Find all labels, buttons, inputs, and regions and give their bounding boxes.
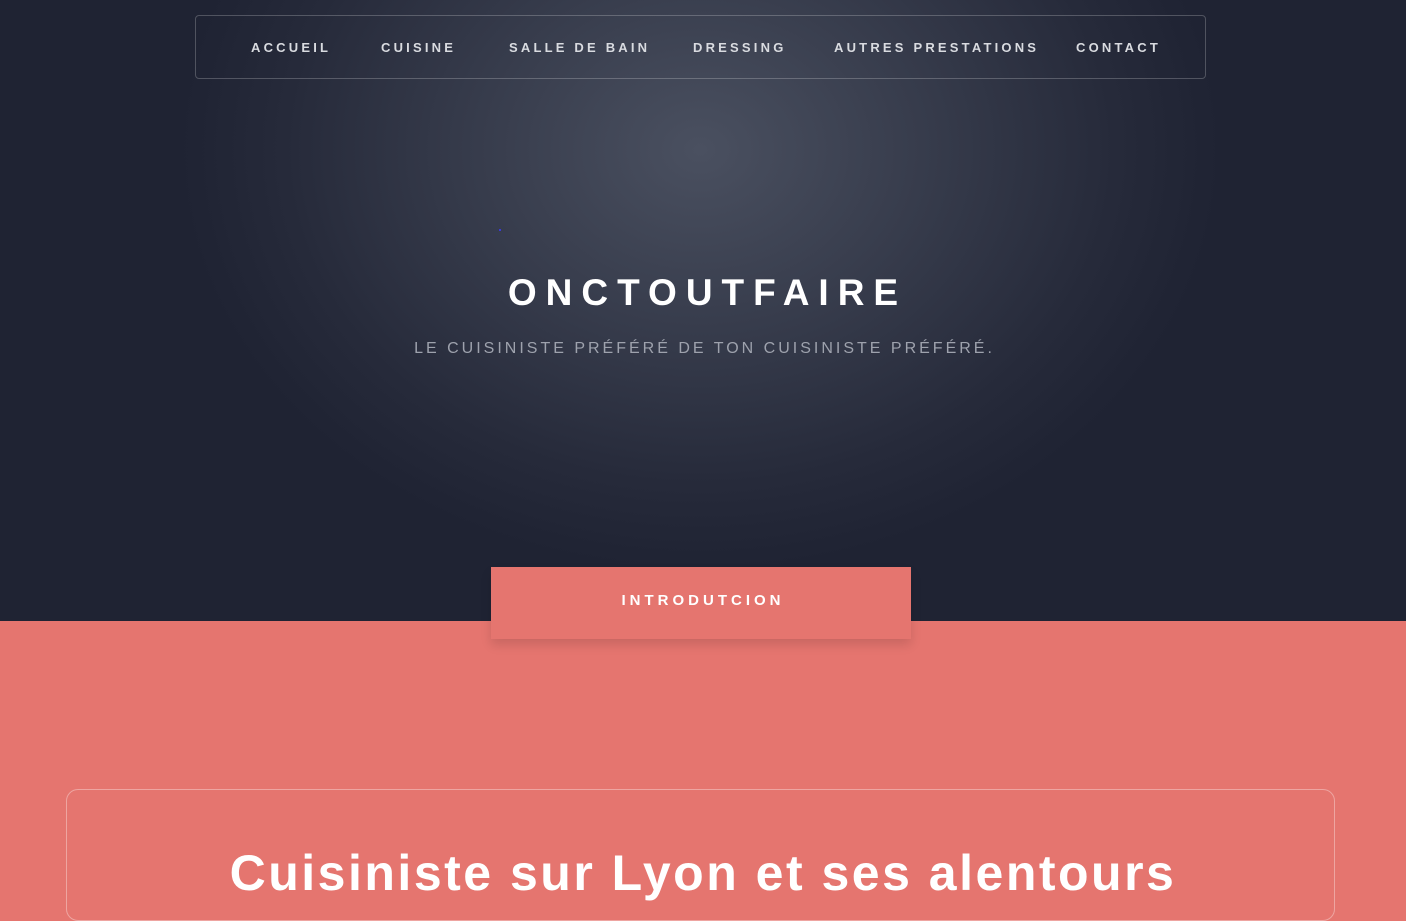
nav-item-salle-de-bain[interactable]: SALLE DE BAIN [509, 16, 650, 78]
intro-heading: Cuisiniste sur Lyon et ses alentours [229, 845, 1177, 901]
decorative-dot [499, 229, 501, 231]
site-title: ONCTOUTFAIRE [507, 272, 908, 313]
nav-item-dressing[interactable]: DRESSING [693, 16, 787, 78]
nav-item-autres-prestations[interactable]: AUTRES PRESTATIONS [834, 16, 1039, 78]
site-tagline: LE CUISINISTE PRÉFÉRÉ DE TON CUISINISTE … [414, 340, 995, 357]
intro-tab[interactable]: INTRODUTCION [491, 567, 911, 639]
main-nav: ACCUEIL CUISINE SALLE DE BAIN DRESSING A… [195, 15, 1206, 79]
nav-item-cuisine[interactable]: CUISINE [381, 16, 456, 78]
intro-tab-label: INTRODUTCION [621, 592, 785, 609]
nav-item-contact[interactable]: CONTACT [1076, 16, 1161, 78]
nav-item-accueil[interactable]: ACCUEIL [251, 16, 331, 78]
hero-section: ACCUEIL CUISINE SALLE DE BAIN DRESSING A… [0, 0, 1406, 621]
